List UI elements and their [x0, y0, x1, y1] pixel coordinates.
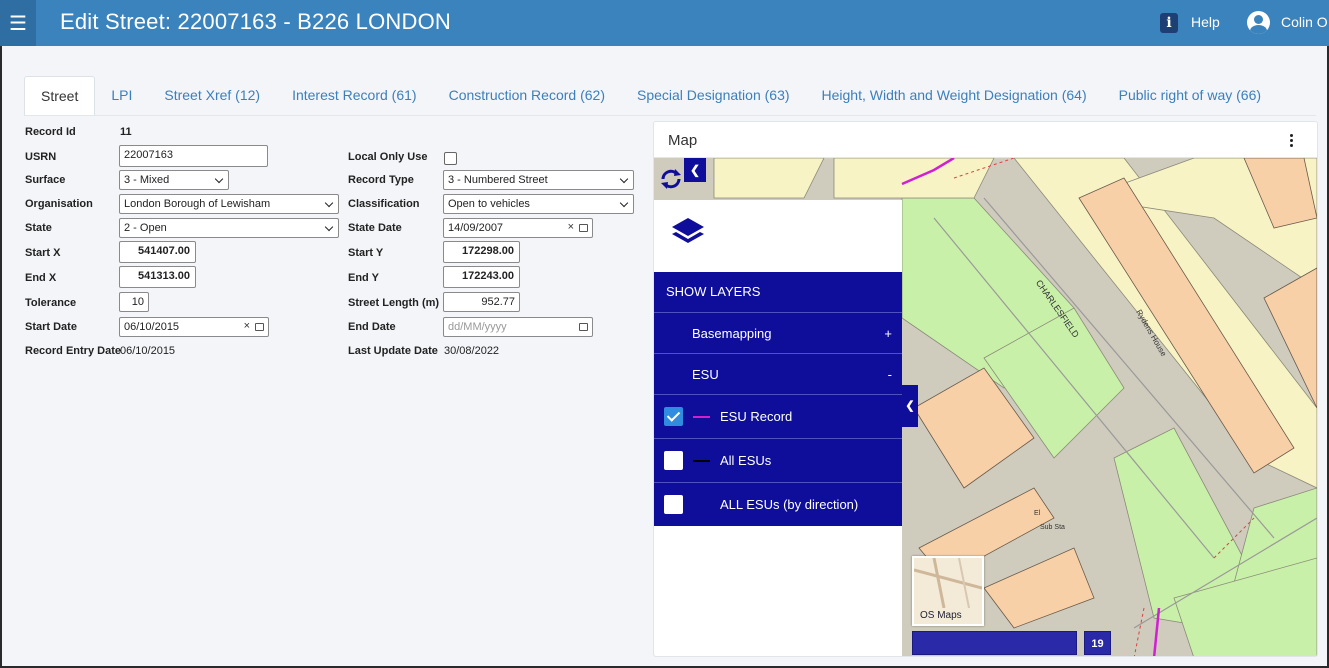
street-length-label: Street Length (m) — [348, 297, 440, 309]
record-type-label: Record Type — [348, 174, 414, 186]
local-only-use-checkbox[interactable] — [444, 152, 457, 165]
all-esus-direction-checkbox[interactable] — [664, 495, 683, 514]
map-canvas[interactable]: CHARLESFIELD Rydens House Sub Sta El ❮ S… — [654, 158, 1317, 656]
tab-divider — [24, 115, 1316, 116]
label-el: El — [1034, 510, 1041, 517]
local-only-use-label: Local Only Use — [348, 151, 428, 163]
end-y-input[interactable]: 172243.00 — [443, 266, 520, 288]
record-entry-date-label: Record Entry Date — [25, 345, 121, 357]
collapse-layers-chevron-icon[interactable]: ❮ — [902, 385, 918, 427]
usrn-label: USRN — [25, 151, 57, 163]
tolerance-label: Tolerance — [25, 297, 77, 309]
tab-bar: Street LPI Street Xref (12) Interest Rec… — [24, 76, 1277, 116]
surface-label: Surface — [25, 174, 66, 186]
tab-special-designation[interactable]: Special Designation (63) — [621, 76, 806, 116]
record-id-label: Record Id — [25, 126, 76, 138]
tab-interest-record[interactable]: Interest Record (61) — [276, 76, 433, 116]
end-date-label: End Date — [348, 321, 396, 333]
start-date-input[interactable]: 06/10/2015 × — [119, 317, 269, 337]
collapse-icon[interactable]: - — [888, 367, 892, 382]
page-title: Edit Street: 22007163 - B226 LONDON — [60, 9, 451, 34]
layer-group-basemapping[interactable]: Basemapping + — [654, 312, 902, 353]
layer-group-label: ESU — [692, 367, 719, 382]
last-update-date-value: 30/08/2022 — [444, 345, 500, 357]
state-label: State — [25, 222, 52, 234]
start-date-value: 06/10/2015 — [124, 321, 180, 333]
info-icon[interactable]: i — [1160, 13, 1178, 33]
record-type-select[interactable]: 3 - Numbered Street — [443, 170, 634, 190]
scale-bar — [912, 631, 1077, 655]
record-id-value: 11 — [120, 126, 132, 138]
all-esus-swatch — [693, 460, 710, 462]
basemap-switcher[interactable]: OS Maps — [912, 556, 984, 626]
end-y-label: End Y — [348, 272, 379, 284]
classification-label: Classification — [348, 198, 420, 210]
record-entry-date-value: 06/10/2015 — [120, 345, 176, 357]
calendar-icon[interactable] — [579, 224, 588, 232]
top-bar: ☰ Edit Street: 22007163 - B226 LONDON i … — [0, 0, 1329, 46]
esu-record-checkbox[interactable] — [664, 407, 683, 426]
map-panel: Map CHARLESFIELD Rydens House Sub Sta El… — [653, 121, 1318, 657]
tab-height-width-weight[interactable]: Height, Width and Weight Designation (64… — [806, 76, 1103, 116]
layer-label: All ESUs — [720, 453, 772, 468]
layer-group-esu[interactable]: ESU - — [654, 353, 902, 394]
end-x-label: End X — [25, 272, 57, 284]
basemap-label: OS Maps — [920, 610, 962, 621]
state-date-label: State Date — [348, 222, 402, 234]
start-date-label: Start Date — [25, 321, 77, 333]
tab-lpi[interactable]: LPI — [95, 76, 148, 116]
help-link[interactable]: Help — [1191, 14, 1220, 30]
expand-icon[interactable]: + — [884, 326, 892, 341]
more-options-icon[interactable] — [1290, 134, 1294, 148]
tab-street-xref[interactable]: Street Xref (12) — [148, 76, 276, 116]
map-header: Map — [654, 122, 1317, 158]
street-length-input[interactable]: 952.77 — [443, 292, 520, 312]
show-layers-header[interactable]: SHOW LAYERS — [654, 272, 902, 312]
tab-public-right-of-way[interactable]: Public right of way (66) — [1103, 76, 1277, 116]
calendar-icon[interactable] — [579, 323, 588, 331]
all-esus-checkbox[interactable] — [664, 451, 683, 470]
last-update-date-label: Last Update Date — [348, 345, 438, 357]
layer-label: ALL ESUs (by direction) — [720, 497, 859, 512]
classification-select[interactable]: Open to vehicles — [443, 194, 634, 214]
layer-group-label: Basemapping — [692, 326, 772, 341]
layers-panel: SHOW LAYERS Basemapping + ESU - ESU Reco… — [654, 200, 902, 656]
usrn-input[interactable]: 22007163 — [119, 145, 268, 167]
menu-icon[interactable]: ☰ — [0, 0, 36, 46]
user-avatar-icon[interactable] — [1247, 11, 1270, 34]
refresh-icon[interactable] — [658, 166, 684, 192]
calendar-icon[interactable] — [255, 323, 264, 331]
layer-all-esus-by-direction[interactable]: ALL ESUs (by direction) — [654, 482, 902, 526]
tolerance-input[interactable]: 10 — [119, 292, 149, 312]
basemap-thumbnail-icon — [913, 557, 983, 609]
layers-icon — [670, 216, 706, 255]
clear-icon[interactable]: × — [568, 221, 574, 233]
organisation-select[interactable]: London Borough of Lewisham — [119, 194, 339, 214]
start-x-label: Start X — [25, 247, 61, 259]
zoom-level-badge: 19 — [1084, 631, 1111, 655]
organisation-label: Organisation — [25, 198, 93, 210]
surface-select[interactable]: 3 - Mixed — [119, 170, 229, 190]
map-title: Map — [668, 132, 698, 149]
label-sub-sta: Sub Sta — [1040, 524, 1065, 531]
layer-esu-record[interactable]: ESU Record — [654, 394, 902, 438]
state-date-value: 14/09/2007 — [448, 222, 504, 234]
end-x-input[interactable]: 541313.00 — [119, 266, 196, 288]
tab-street[interactable]: Street — [24, 76, 96, 116]
start-x-input[interactable]: 541407.00 — [119, 241, 196, 263]
tab-construction-record[interactable]: Construction Record (62) — [433, 76, 621, 116]
start-y-label: Start Y — [348, 247, 384, 259]
state-select[interactable]: 2 - Open — [119, 218, 339, 238]
start-y-input[interactable]: 172298.00 — [443, 241, 520, 263]
collapse-panel-chevron-icon[interactable]: ❮ — [684, 158, 706, 182]
user-name[interactable]: Colin Or — [1281, 14, 1327, 30]
layer-all-esus[interactable]: All ESUs — [654, 438, 902, 482]
end-date-input[interactable]: dd/MM/yyyy — [443, 317, 593, 337]
end-date-placeholder: dd/MM/yyyy — [448, 321, 507, 333]
layer-label: ESU Record — [720, 409, 793, 424]
state-date-input[interactable]: 14/09/2007 × — [443, 218, 593, 238]
clear-icon[interactable]: × — [244, 320, 250, 332]
esu-record-swatch — [693, 416, 710, 418]
